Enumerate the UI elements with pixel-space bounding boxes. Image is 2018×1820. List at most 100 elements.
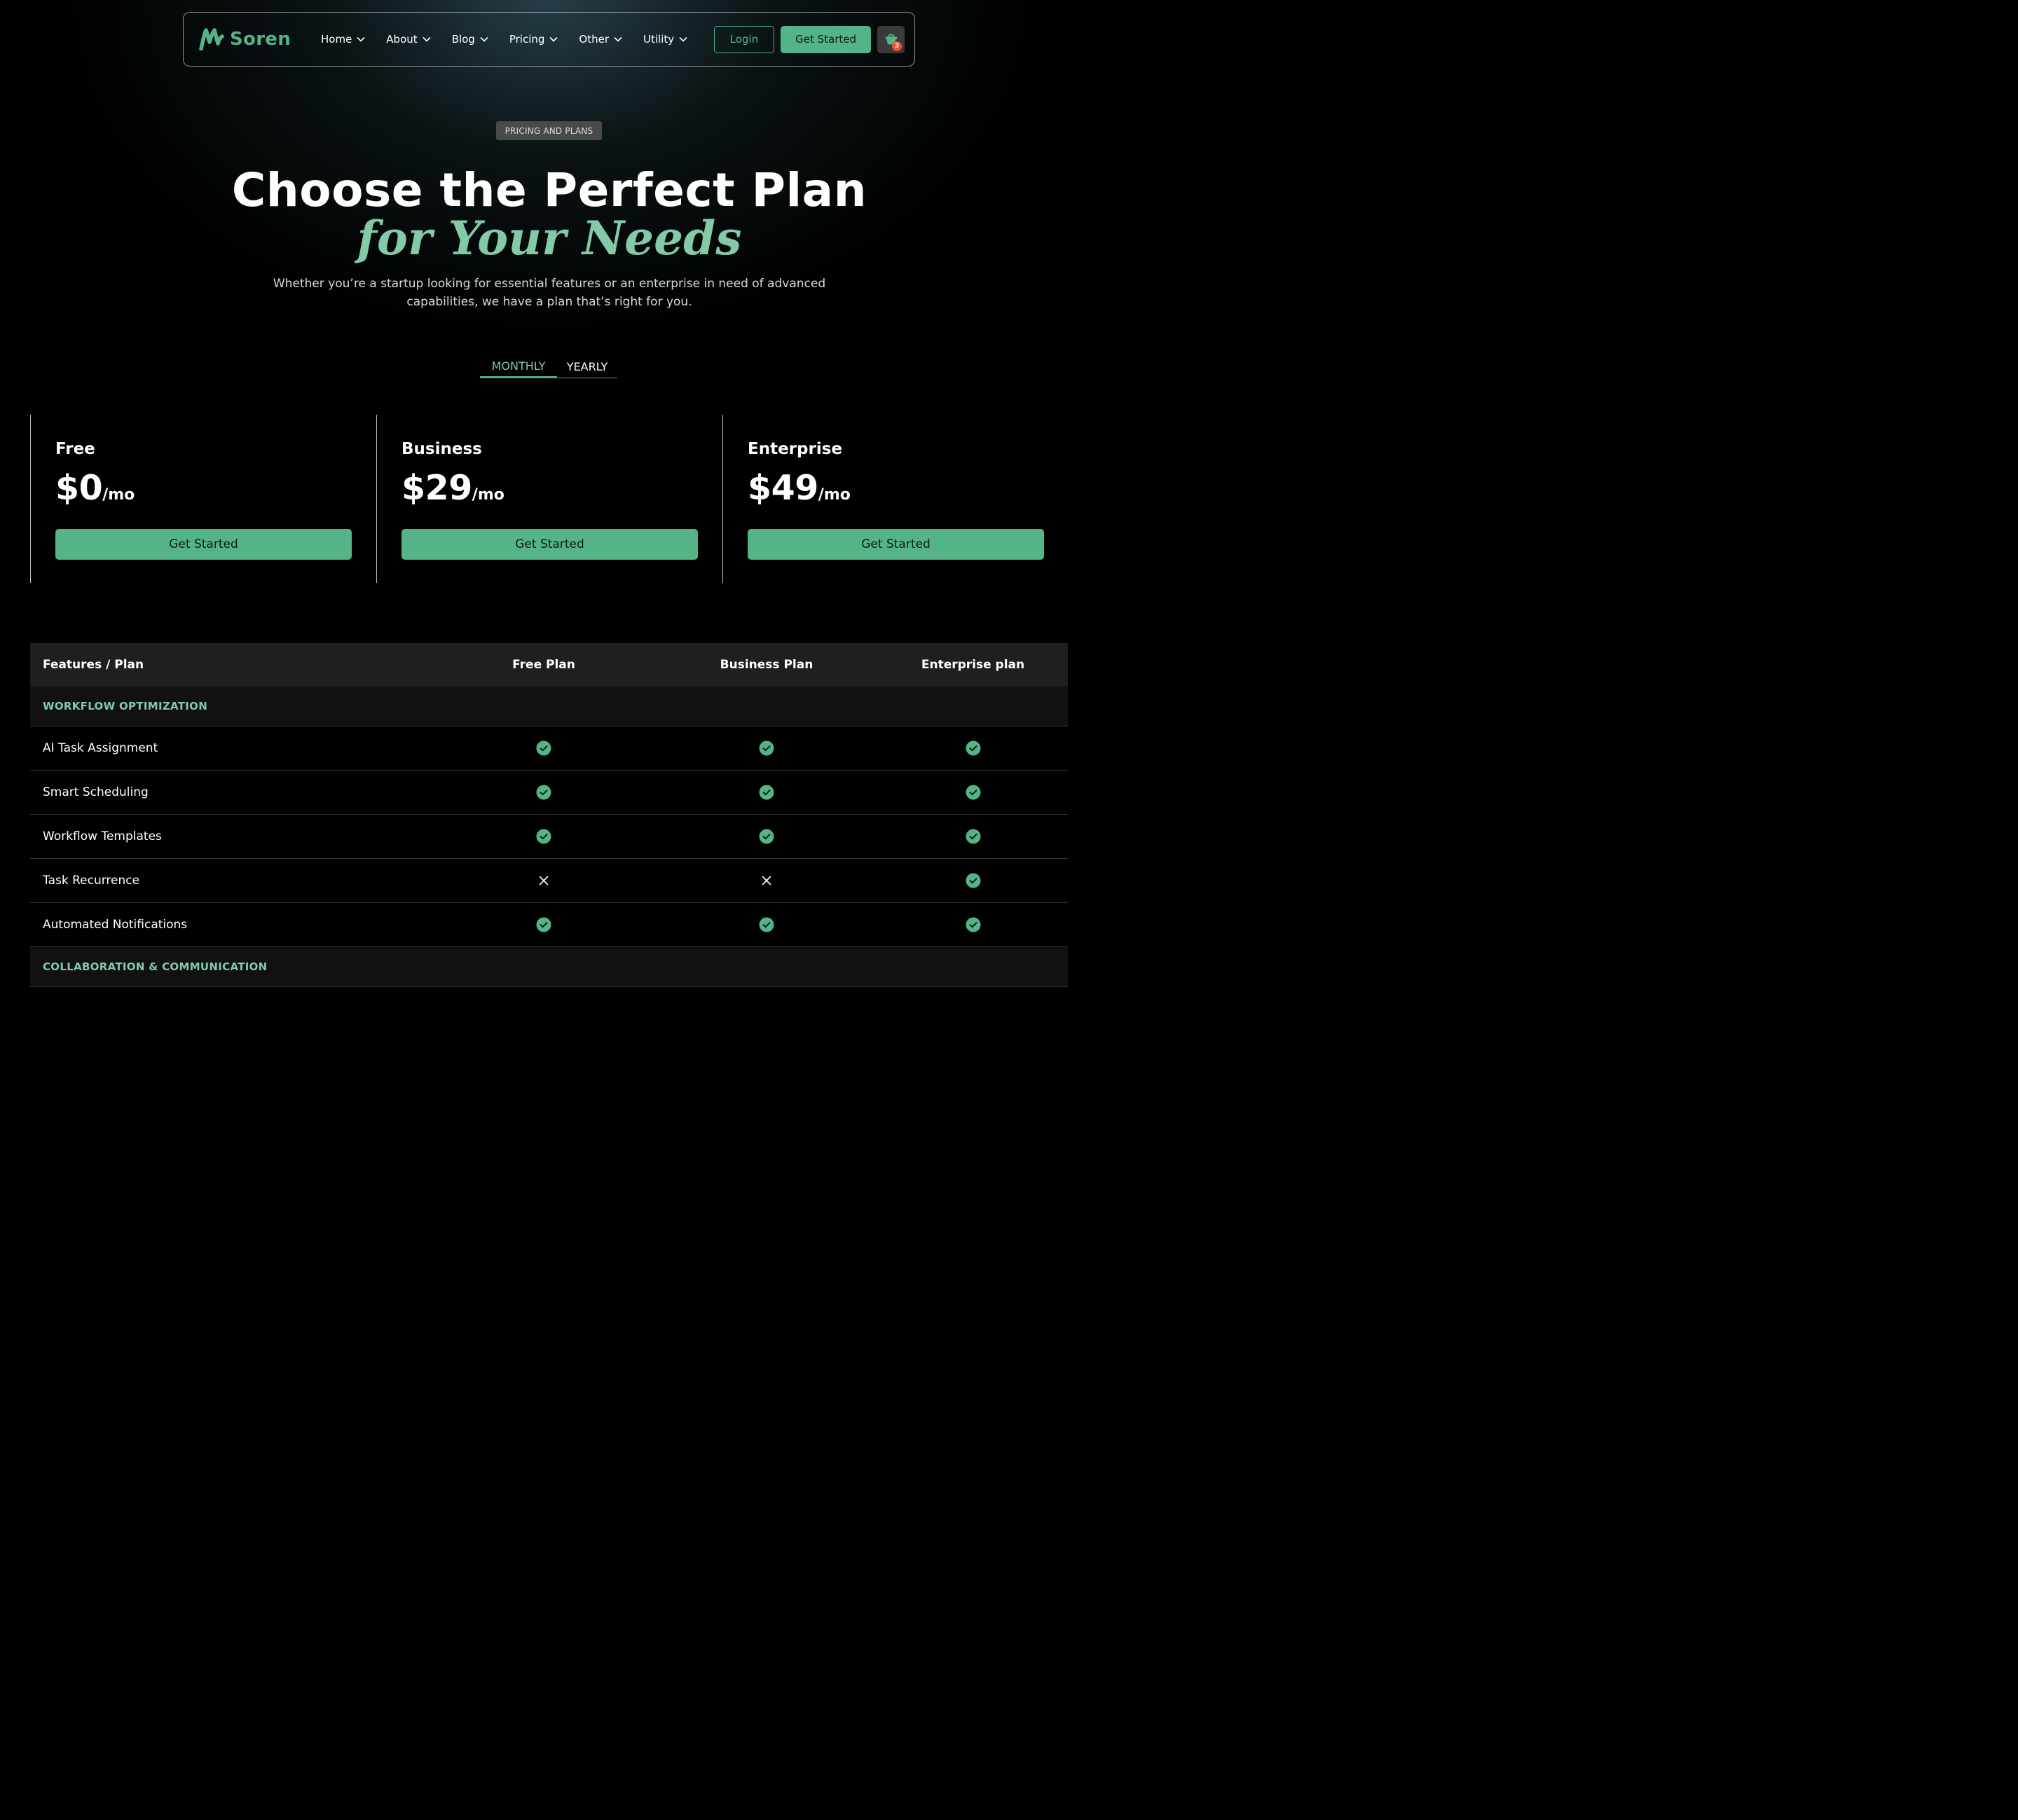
feature-cell-free [432, 829, 655, 844]
tab-monthly[interactable]: MONTHLY [480, 356, 557, 378]
plan-price: $49 /mo [748, 468, 1044, 508]
nav-item-label: Utility [643, 33, 675, 46]
plan-name: Enterprise [748, 440, 843, 458]
price-value: $0 [55, 468, 103, 508]
feature-name: Task Recurrence [43, 874, 140, 888]
billing-toggle: MONTHLY YEARLY [480, 356, 617, 378]
feature-cell-free [432, 785, 655, 800]
plan-price: $0 /mo [55, 468, 352, 508]
column-header: Features / Plan [43, 658, 144, 672]
table-section-row: WORKFLOW OPTIMIZATION [30, 687, 1068, 726]
check-circle-icon [536, 829, 551, 844]
price-value: $49 [748, 468, 818, 508]
chevron-down-icon [614, 36, 622, 42]
section-title: WORKFLOW OPTIMIZATION [43, 700, 208, 712]
cart-button[interactable]: 3 [877, 25, 905, 53]
chevron-down-icon [357, 36, 365, 42]
cart-count-badge: 3 [892, 41, 902, 51]
get-started-enterprise-button[interactable]: Get Started [748, 529, 1044, 560]
price-period: /mo [818, 486, 851, 504]
check-circle-icon [759, 917, 774, 932]
cross-icon [762, 876, 771, 885]
soren-logo-icon [199, 28, 224, 50]
table-row: AI Task Assignment [30, 726, 1068, 771]
chevron-down-icon [679, 36, 687, 42]
feature-cell-enterprise [878, 740, 1068, 756]
check-circle-icon [536, 917, 551, 932]
column-header: Free Plan [512, 658, 575, 672]
nav-actions: Login Get Started 3 [713, 25, 905, 53]
chevron-down-icon [549, 36, 558, 42]
feature-cell-business [655, 829, 878, 844]
check-circle-icon [759, 740, 774, 756]
feature-cell-enterprise [878, 917, 1068, 932]
nav-item-other[interactable]: Other [579, 33, 622, 46]
pricing-eyebrow-badge: PRICING AND PLANS [496, 121, 602, 140]
check-circle-icon [759, 829, 774, 844]
nav-item-label: Pricing [509, 33, 545, 46]
login-button[interactable]: Login [713, 25, 775, 53]
plan-price: $29 /mo [401, 468, 698, 508]
price-period: /mo [472, 486, 504, 504]
table-row: Smart Scheduling [30, 771, 1068, 815]
check-circle-icon [536, 785, 551, 800]
table-row: Task Recurrence [30, 859, 1068, 903]
get-started-free-button[interactable]: Get Started [55, 529, 352, 560]
tab-yearly[interactable]: YEARLY [557, 356, 617, 378]
nav-item-blog[interactable]: Blog [452, 33, 488, 46]
plan-card-enterprise: Enterprise $49 /mo Get Started [722, 415, 1069, 583]
plan-card-business: Business $29 /mo Get Started [376, 415, 722, 583]
hero-description: Whether you’re a startup looking for ess… [273, 277, 826, 309]
get-started-nav-button[interactable]: Get Started [781, 25, 871, 53]
price-period: /mo [102, 486, 135, 504]
top-navbar: Soren Home About Blog Pricing Other Util… [183, 12, 915, 67]
check-circle-icon [536, 740, 551, 756]
plan-name: Business [401, 440, 482, 458]
feature-cell-business [655, 917, 878, 932]
feature-name: AI Task Assignment [43, 741, 158, 755]
check-circle-icon [759, 785, 774, 800]
check-circle-icon [966, 785, 980, 800]
column-header: Business Plan [720, 658, 814, 672]
price-value: $29 [401, 468, 472, 508]
table-row: Workflow Templates [30, 815, 1068, 859]
check-circle-icon [966, 829, 980, 844]
nav-item-home[interactable]: Home [321, 33, 365, 46]
check-circle-icon [966, 917, 980, 932]
feature-cell-free [432, 917, 655, 932]
feature-comparison-table: Features / Plan Free Plan Business Plan … [30, 643, 1068, 987]
feature-cell-free [432, 876, 655, 885]
nav-item-label: About [386, 33, 418, 46]
main-menu: Home About Blog Pricing Other Utility [321, 33, 687, 46]
nav-item-label: Home [321, 33, 352, 46]
logo-text: Soren [230, 29, 291, 50]
feature-name: Smart Scheduling [43, 785, 149, 799]
feature-cell-enterprise [878, 829, 1068, 844]
section-title: COLLABORATION & COMMUNICATION [43, 960, 268, 973]
chevron-down-icon [423, 36, 431, 42]
feature-cell-enterprise [878, 873, 1068, 888]
feature-cell-business [655, 740, 878, 756]
get-started-business-button[interactable]: Get Started [401, 529, 698, 560]
feature-name: Automated Notifications [43, 918, 188, 932]
feature-cell-enterprise [878, 785, 1068, 800]
feature-cell-business [655, 785, 878, 800]
chevron-down-icon [480, 36, 488, 42]
cross-icon [539, 876, 549, 885]
logo[interactable]: Soren [199, 28, 320, 50]
nav-item-pricing[interactable]: Pricing [509, 33, 558, 46]
table-header-row: Features / Plan Free Plan Business Plan … [30, 643, 1068, 687]
nav-item-about[interactable]: About [386, 33, 431, 46]
feature-cell-free [432, 740, 655, 756]
nav-item-label: Blog [451, 33, 475, 46]
plan-cards: Free $0 /mo Get Started Business $29 /mo… [30, 415, 1068, 583]
column-header: Enterprise plan [921, 658, 1025, 672]
table-section-row: COLLABORATION & COMMUNICATION [30, 947, 1068, 987]
feature-name: Workflow Templates [43, 829, 162, 843]
pricing-page: Soren Home About Blog Pricing Other Util… [0, 0, 1099, 991]
check-circle-icon [966, 740, 980, 756]
nav-item-label: Other [579, 33, 609, 46]
feature-cell-business [655, 876, 878, 885]
page-title-accent: for Your Needs [357, 211, 742, 266]
nav-item-utility[interactable]: Utility [643, 33, 687, 46]
